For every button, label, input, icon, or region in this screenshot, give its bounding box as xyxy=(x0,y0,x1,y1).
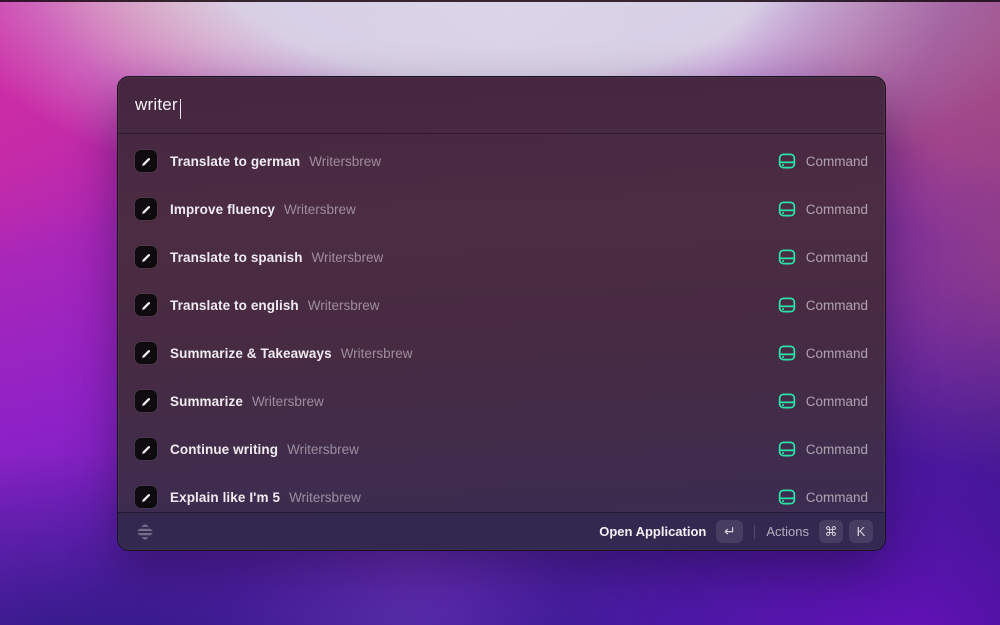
footer-bar: Open Application ↵ Actions ⌘ K xyxy=(118,512,885,550)
result-subtitle: Writersbrew xyxy=(251,393,324,409)
actions-button[interactable]: Actions xyxy=(766,524,809,539)
result-accessory: Command xyxy=(777,295,868,315)
writersbrew-app-icon xyxy=(135,246,157,268)
pencil-icon xyxy=(141,493,150,502)
list-item[interactable]: Translate to english Writersbrew Command xyxy=(126,281,877,329)
result-accessory-label: Command xyxy=(805,393,868,409)
list-item[interactable]: Summarize Writersbrew Command xyxy=(126,377,877,425)
list-item[interactable]: Translate to spanish Writersbrew Command xyxy=(126,233,877,281)
result-subtitle: Writersbrew xyxy=(340,345,413,361)
command-icon xyxy=(778,153,795,169)
command-icon xyxy=(778,441,795,457)
result-accessory-label: Command xyxy=(805,201,868,217)
result-title: Translate to english xyxy=(170,297,299,313)
result-accessory-label: Command xyxy=(805,441,868,457)
command-icon xyxy=(778,249,795,265)
pencil-icon xyxy=(141,157,150,166)
list-item[interactable]: Improve fluency Writersbrew Command xyxy=(126,185,877,233)
pencil-icon xyxy=(141,445,150,454)
pencil-icon xyxy=(141,301,150,310)
result-title: Translate to german xyxy=(170,153,301,169)
pencil-icon xyxy=(141,253,150,262)
result-title: Summarize xyxy=(170,393,243,409)
pencil-icon xyxy=(141,205,150,214)
result-accessory: Command xyxy=(777,343,868,363)
result-subtitle: Writersbrew xyxy=(307,297,380,313)
writersbrew-app-icon xyxy=(135,198,157,220)
result-accessory: Command xyxy=(777,199,868,219)
pencil-icon xyxy=(141,349,150,358)
writersbrew-app-icon xyxy=(135,438,157,460)
list-item[interactable]: Continue writing Writersbrew Command xyxy=(126,425,877,473)
open-application-button[interactable]: Open Application xyxy=(599,524,706,539)
search-input[interactable]: writer xyxy=(135,95,178,115)
result-accessory: Command xyxy=(777,391,868,411)
result-accessory-label: Command xyxy=(805,489,868,505)
result-accessory-label: Command xyxy=(805,153,868,169)
pencil-icon xyxy=(141,397,150,406)
result-accessory: Command xyxy=(777,487,868,507)
result-subtitle: Writersbrew xyxy=(311,249,384,265)
result-title: Summarize & Takeaways xyxy=(170,345,332,361)
screen-top-edge xyxy=(0,0,1000,2)
writersbrew-app-icon xyxy=(135,294,157,316)
result-accessory-label: Command xyxy=(805,345,868,361)
result-accessory-label: Command xyxy=(805,297,868,313)
launcher-window: writer Translate to german Writersbrew C… xyxy=(117,76,886,551)
result-title: Continue writing xyxy=(170,441,279,457)
result-accessory: Command xyxy=(777,247,868,267)
return-key: ↵ xyxy=(716,520,744,543)
footer-divider xyxy=(754,524,756,539)
command-icon xyxy=(778,201,795,217)
text-cursor xyxy=(179,99,182,119)
list-item[interactable]: Translate to german Writersbrew Command xyxy=(126,137,877,185)
results-list: Translate to german Writersbrew Command … xyxy=(118,134,885,512)
k-key: K xyxy=(849,520,873,543)
raycast-logo-icon[interactable] xyxy=(133,520,157,544)
command-icon xyxy=(778,393,795,409)
result-subtitle: Writersbrew xyxy=(309,153,381,169)
result-title: Improve fluency xyxy=(170,201,276,217)
result-accessory-label: Command xyxy=(805,249,868,265)
command-icon xyxy=(778,345,795,361)
result-subtitle: Writersbrew xyxy=(287,441,359,457)
result-accessory: Command xyxy=(777,151,868,171)
command-icon xyxy=(778,297,795,313)
result-accessory: Command xyxy=(777,439,868,459)
command-key: ⌘ xyxy=(819,520,843,543)
result-subtitle: Writersbrew xyxy=(284,201,356,217)
list-item[interactable]: Summarize & Takeaways Writersbrew Comman… xyxy=(126,329,877,377)
writersbrew-app-icon xyxy=(135,486,157,508)
writersbrew-app-icon xyxy=(135,150,157,172)
list-item[interactable]: Explain like I'm 5 Writersbrew Command xyxy=(126,473,877,512)
writersbrew-app-icon xyxy=(135,342,157,364)
command-icon xyxy=(778,489,795,505)
result-subtitle: Writersbrew xyxy=(289,489,361,505)
writersbrew-app-icon xyxy=(135,390,157,412)
result-title: Translate to spanish xyxy=(170,249,303,265)
result-title: Explain like I'm 5 xyxy=(170,489,281,505)
search-bar[interactable]: writer xyxy=(118,77,885,134)
